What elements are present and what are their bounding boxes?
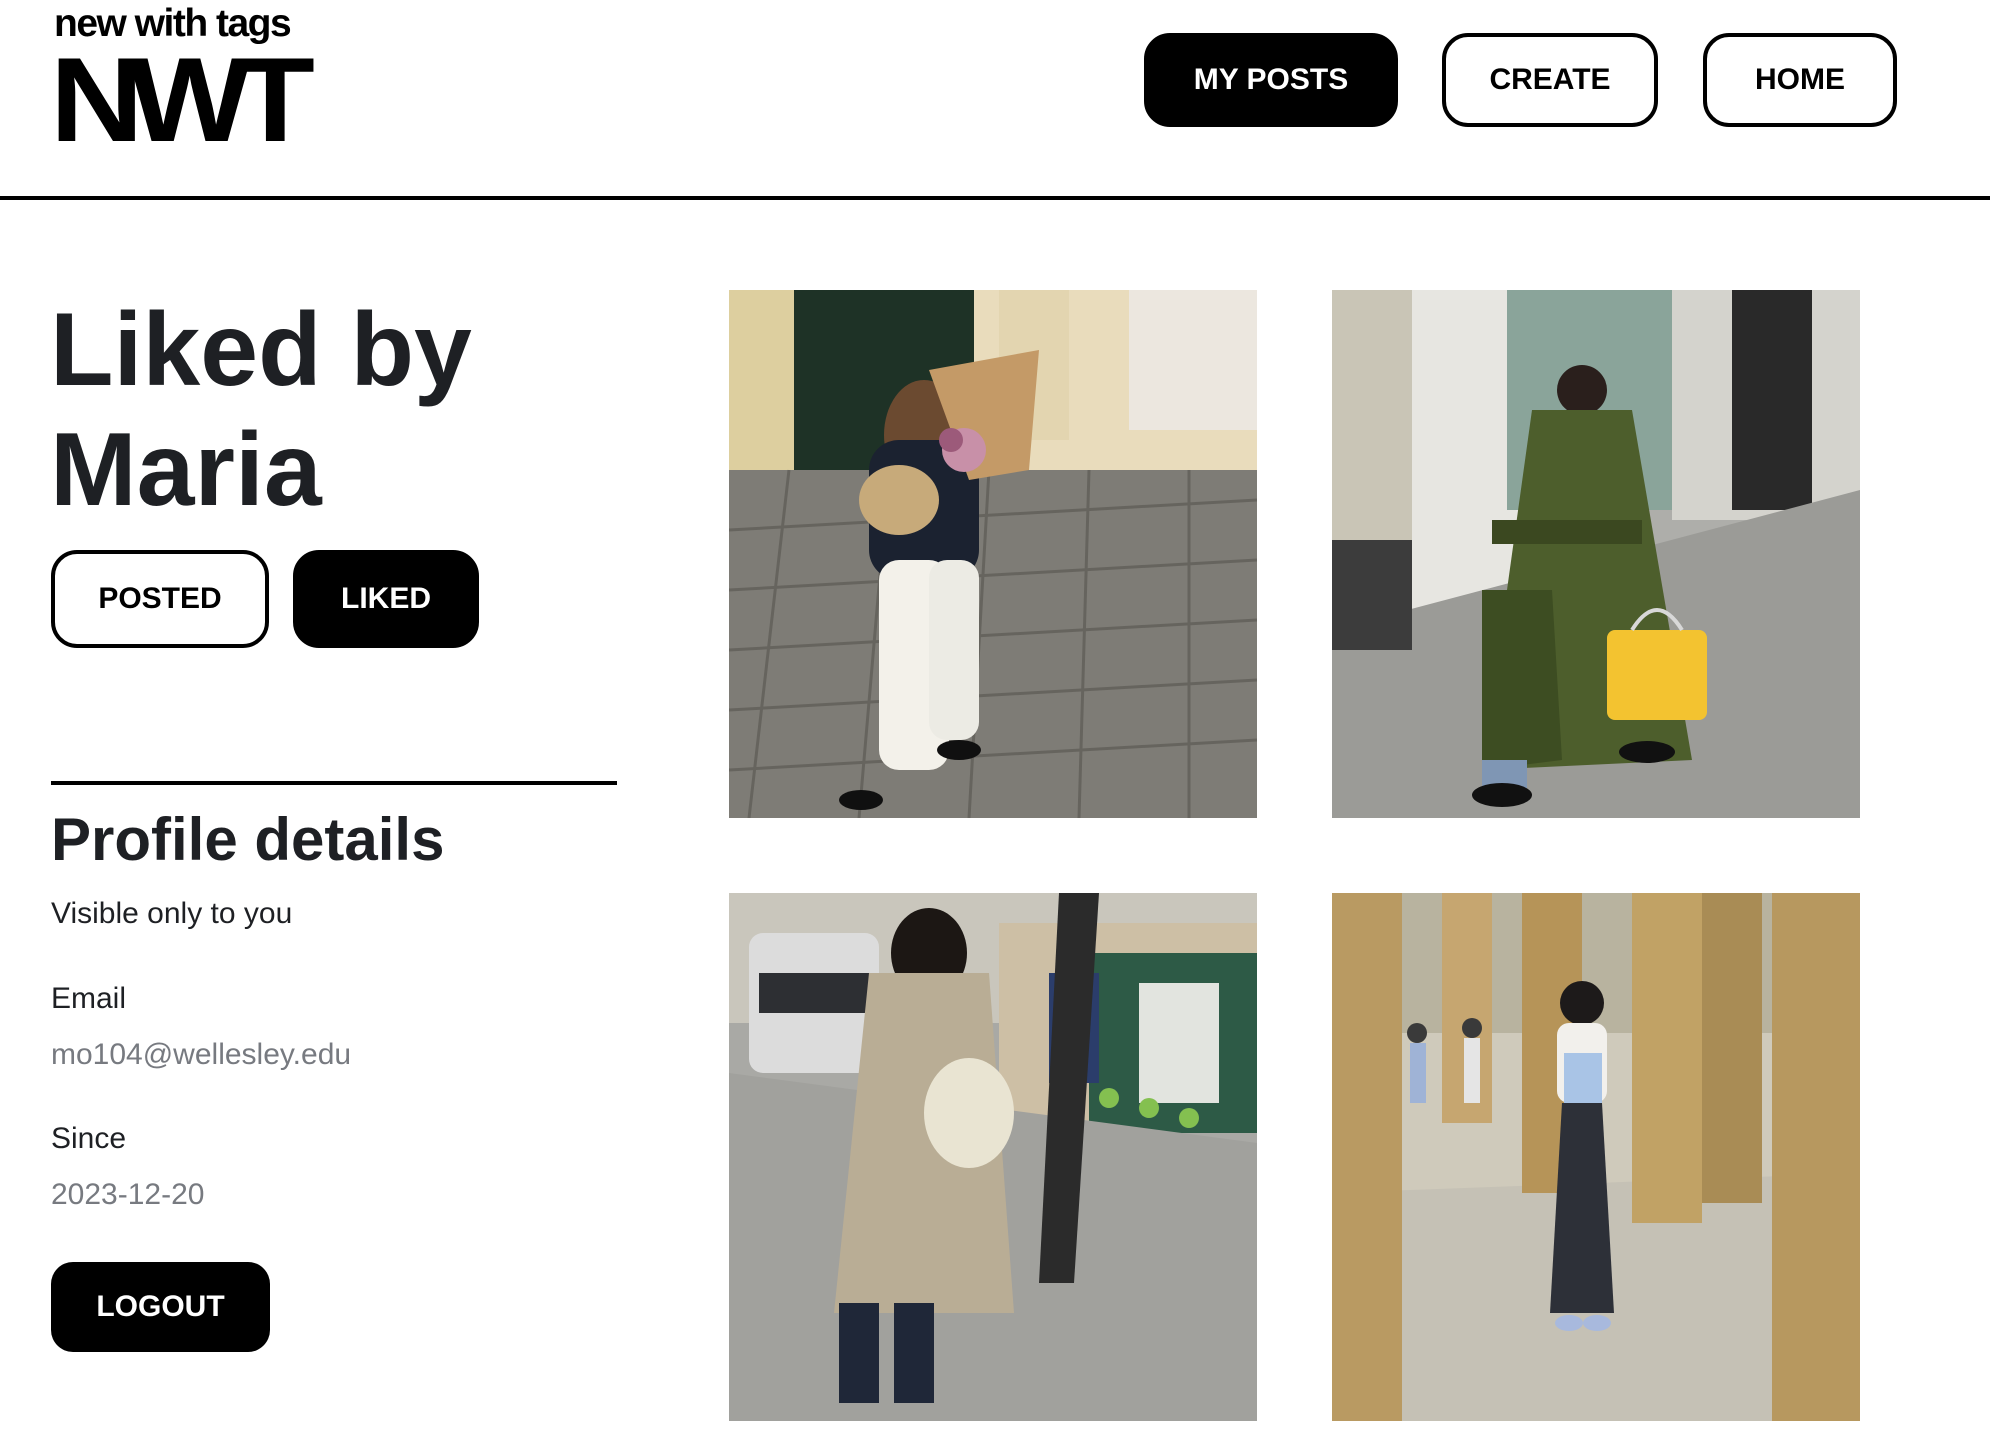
- post-photo-2[interactable]: [1332, 290, 1860, 818]
- photo-stone-columns-park: [1332, 893, 1860, 1421]
- photo-trench-coat-street: [729, 893, 1257, 1421]
- my-posts-button[interactable]: MY POSTS: [1144, 33, 1398, 127]
- since-value: 2023-12-20: [51, 1178, 205, 1211]
- logo-mark[interactable]: NWT: [50, 40, 315, 160]
- photo-woman-flowers-cobblestone: [729, 290, 1257, 818]
- photo-green-leather-coat-yellow-bag: [1332, 290, 1860, 818]
- create-button[interactable]: CREATE: [1442, 33, 1658, 127]
- home-button[interactable]: HOME: [1703, 33, 1897, 127]
- page-title: Liked by Maria: [50, 292, 472, 528]
- since-label: Since: [51, 1122, 127, 1155]
- site-header: new with tags NWT MY POSTS CREATE HOME: [0, 0, 1990, 200]
- profile-details-heading: Profile details: [51, 806, 445, 873]
- logout-button[interactable]: LOGOUT: [51, 1262, 270, 1352]
- tab-liked[interactable]: LIKED: [293, 550, 479, 648]
- tab-posted[interactable]: POSTED: [51, 550, 269, 648]
- post-photo-1[interactable]: [729, 290, 1257, 818]
- email-label: Email: [51, 982, 127, 1015]
- section-divider: [51, 781, 617, 785]
- post-photo-3[interactable]: [729, 893, 1257, 1421]
- email-value: mo104@wellesley.edu: [51, 1038, 352, 1071]
- profile-visibility-note: Visible only to you: [51, 897, 293, 930]
- post-photo-4[interactable]: [1332, 893, 1860, 1421]
